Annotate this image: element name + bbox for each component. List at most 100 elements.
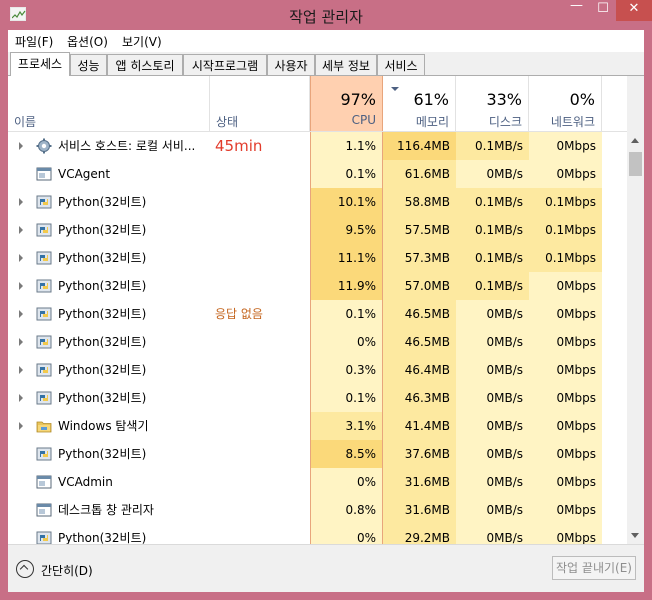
cell-disk: 0MB/s (456, 412, 529, 440)
cell-cpu: 1.1% (310, 132, 383, 160)
window-icon (36, 474, 52, 490)
cell-memory: 31.6MB (383, 496, 456, 524)
process-name: Python(32비트) (58, 363, 147, 377)
process-row[interactable]: 10.1% 58.8MB 0.1MB/s 0.1Mbps Python(32비트) (8, 188, 628, 216)
process-row[interactable]: 0% 31.6MB 0MB/s 0Mbps VCAdmin (8, 468, 628, 496)
process-name: Python(32비트) (58, 391, 147, 405)
cell-memory: 46.5MB (383, 300, 456, 328)
process-row[interactable]: 8.5% 37.6MB 0MB/s 0Mbps Python(32비트) (8, 440, 628, 468)
cell-memory: 29.2MB (383, 524, 456, 544)
cell-network: 0Mbps (529, 132, 602, 160)
python-icon (36, 446, 52, 462)
tab-users[interactable]: 사용자 (267, 54, 315, 75)
cell-cpu: 0% (310, 328, 383, 356)
python-icon (36, 530, 52, 544)
cell-network: 0.1Mbps (529, 216, 602, 244)
cell-cpu: 3.1% (310, 412, 383, 440)
expand-chevron-icon[interactable] (19, 366, 23, 374)
folder-icon (36, 418, 52, 434)
column-memory-label: 메모리 (415, 115, 449, 129)
cell-cpu: 11.9% (310, 272, 383, 300)
cell-disk: 0.1MB/s (456, 188, 529, 216)
process-row[interactable]: 0.1% 61.6MB 0MB/s 0Mbps VCAgent (8, 160, 628, 188)
menu-bar: 파일(F) 옵션(O) 보기(V) (8, 30, 644, 52)
cell-memory: 57.0MB (383, 272, 456, 300)
process-row[interactable]: 0.3% 46.4MB 0MB/s 0Mbps Python(32비트) (8, 356, 628, 384)
process-row[interactable]: 0.8% 31.6MB 0MB/s 0Mbps 데스크톱 창 관리자 (8, 496, 628, 524)
expand-chevron-icon[interactable] (19, 254, 23, 262)
tab-processes[interactable]: 프로세스 (10, 52, 70, 76)
menu-view[interactable]: 보기(V) (122, 33, 162, 50)
expand-chevron-icon[interactable] (19, 282, 23, 290)
title-bar[interactable]: 작업 관리자 — ☐ ✕ (0, 0, 652, 30)
python-icon (36, 390, 52, 406)
minimize-button[interactable]: — (563, 0, 590, 21)
menu-options[interactable]: 옵션(O) (67, 33, 108, 50)
scroll-up-button[interactable] (627, 132, 644, 149)
column-name[interactable]: 이름 (8, 76, 210, 132)
vertical-scrollbar[interactable] (627, 76, 644, 544)
process-row[interactable]: 0.1% 46.3MB 0MB/s 0Mbps Python(32비트) (8, 384, 628, 412)
expand-chevron-icon[interactable] (19, 310, 23, 318)
close-icon: ✕ (628, 1, 640, 16)
cell-network: 0Mbps (529, 160, 602, 188)
process-row[interactable]: 0.1% 46.5MB 0MB/s 0Mbps Python(32비트) 응답 없음 (8, 300, 628, 328)
cell-cpu: 10.1% (310, 188, 383, 216)
cell-memory: 46.3MB (383, 384, 456, 412)
collapse-icon[interactable] (16, 560, 34, 578)
process-row[interactable]: 0% 29.2MB 0MB/s 0Mbps Python(32비트) (8, 524, 628, 544)
tab-services[interactable]: 서비스 (377, 54, 425, 75)
scroll-down-button[interactable] (627, 527, 644, 544)
cell-cpu: 8.5% (310, 440, 383, 468)
end-task-button[interactable]: 작업 끝내기(E) (552, 556, 636, 580)
expand-chevron-icon[interactable] (19, 338, 23, 346)
tab-details[interactable]: 세부 정보 (315, 54, 377, 75)
expand-chevron-icon[interactable] (19, 394, 23, 402)
process-row[interactable]: 0% 46.5MB 0MB/s 0Mbps Python(32비트) (8, 328, 628, 356)
cell-cpu: 0% (310, 524, 383, 544)
tab-performance[interactable]: 성능 (70, 54, 107, 75)
window-icon (36, 502, 52, 518)
column-disk[interactable]: 33% 디스크 (456, 76, 529, 132)
cell-disk: 0.1MB/s (456, 272, 529, 300)
process-row[interactable]: 9.5% 57.5MB 0.1MB/s 0.1Mbps Python(32비트) (8, 216, 628, 244)
cell-disk: 0.1MB/s (456, 132, 529, 160)
column-network[interactable]: 0% 네트워크 (529, 76, 602, 132)
process-row[interactable]: 3.1% 41.4MB 0MB/s 0Mbps Windows 탐색기 (8, 412, 628, 440)
column-cpu[interactable]: 97% CPU (310, 76, 383, 132)
process-row[interactable]: 11.1% 57.3MB 0.1MB/s 0.1Mbps Python(32비트) (8, 244, 628, 272)
process-row[interactable]: 1.1% 116.4MB 0.1MB/s 0Mbps 서비스 호스트: 로컬 서비...… (8, 132, 628, 160)
process-name: Python(32비트) (58, 531, 147, 544)
cell-network: 0.1Mbps (529, 188, 602, 216)
menu-file[interactable]: 파일(F) (15, 33, 53, 50)
tab-app-history[interactable]: 앱 히스토리 (107, 54, 183, 75)
process-row[interactable]: 11.9% 57.0MB 0.1MB/s 0Mbps Python(32비트) (8, 272, 628, 300)
expand-chevron-icon[interactable] (19, 198, 23, 206)
process-name: 데스크톱 창 관리자 (58, 503, 154, 517)
cell-network: 0Mbps (529, 524, 602, 544)
scroll-thumb[interactable] (629, 152, 642, 176)
cell-disk: 0.1MB/s (456, 216, 529, 244)
expand-chevron-icon[interactable] (19, 422, 23, 430)
fewer-details-link[interactable]: 간단히(D) (41, 562, 93, 579)
expand-chevron-icon[interactable] (19, 142, 23, 150)
arrow-up-icon (631, 138, 639, 143)
process-status: 응답 없음 (215, 307, 263, 321)
cell-cpu: 0.1% (310, 384, 383, 412)
column-status[interactable]: 상태 (210, 76, 310, 132)
cell-network: 0Mbps (529, 300, 602, 328)
expand-chevron-icon[interactable] (19, 226, 23, 234)
column-memory[interactable]: 61% 메모리 (383, 76, 456, 132)
python-icon (36, 194, 52, 210)
close-button[interactable]: ✕ (616, 0, 652, 21)
cell-network: 0Mbps (529, 328, 602, 356)
cell-disk: 0.1MB/s (456, 244, 529, 272)
tab-startup[interactable]: 시작프로그램 (183, 54, 267, 75)
cell-disk: 0MB/s (456, 160, 529, 188)
cell-memory: 37.6MB (383, 440, 456, 468)
python-icon (36, 306, 52, 322)
maximize-button[interactable]: ☐ (590, 0, 616, 21)
process-name: Python(32비트) (58, 279, 147, 293)
memory-total: 61% (413, 90, 449, 109)
maximize-icon: ☐ (597, 1, 609, 16)
